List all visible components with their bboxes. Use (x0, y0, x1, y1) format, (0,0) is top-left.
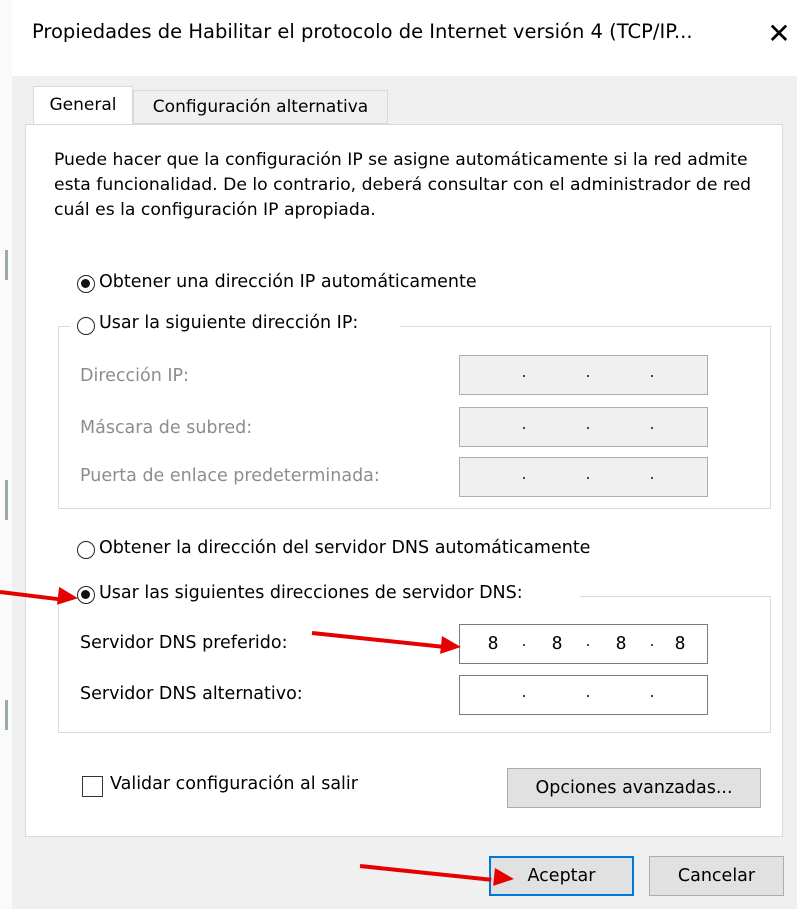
annotation-arrow-head (440, 636, 462, 656)
annotation-arrow-head (493, 868, 515, 888)
annotation-arrow-head (56, 586, 80, 608)
label-manual-ip[interactable]: Usar la siguiente dirección IP: (99, 313, 358, 333)
window-title: Propiedades de Habilitar el protocolo de… (32, 20, 693, 43)
label-manual-dns[interactable]: Usar las siguientes direcciones de servi… (99, 583, 523, 603)
radio-auto-ip[interactable] (77, 275, 95, 293)
subnet-mask-input[interactable]: ... (459, 407, 708, 447)
background-edge-mark (5, 250, 8, 280)
cancel-button[interactable]: Cancelar (649, 856, 784, 896)
default-gateway-input[interactable]: ... (459, 457, 708, 497)
advanced-options-button[interactable]: Opciones avanzadas... (507, 768, 761, 808)
octet: 8 (551, 633, 563, 654)
ip-address-input[interactable]: ... (459, 355, 708, 395)
label-subnet-mask: Máscara de subred: (80, 418, 253, 438)
description-text: Puede hacer que la configuración IP se a… (54, 150, 752, 220)
validate-checkbox[interactable] (82, 776, 103, 797)
octet: 8 (615, 633, 627, 654)
label-default-gateway: Puerta de enlace predeterminada: (80, 466, 380, 486)
preferred-dns-input[interactable]: 8 . 8 . 8 . 8 (459, 624, 708, 664)
label-auto-ip[interactable]: Obtener una dirección IP automáticamente (99, 272, 477, 292)
tab-alternate-configuration[interactable]: Configuración alternativa (133, 90, 388, 124)
close-icon[interactable]: ✕ (761, 12, 797, 56)
octet: 8 (487, 633, 499, 654)
label-auto-dns[interactable]: Obtener la dirección del servidor DNS au… (99, 538, 590, 558)
octet: 8 (674, 633, 686, 654)
tab-general[interactable]: General (33, 86, 133, 124)
label-alternate-dns: Servidor DNS alternativo: (80, 684, 303, 704)
background-edge-mark (5, 480, 8, 520)
label-ip-address: Dirección IP: (80, 366, 189, 386)
radio-manual-ip[interactable] (77, 317, 95, 335)
alternate-dns-input[interactable]: ... (459, 675, 708, 715)
label-validate[interactable]: Validar configuración al salir (110, 774, 358, 794)
radio-manual-dns[interactable] (77, 586, 95, 604)
radio-auto-dns[interactable] (77, 541, 95, 559)
background-edge-mark (5, 700, 8, 730)
label-preferred-dns: Servidor DNS preferido: (80, 633, 288, 653)
